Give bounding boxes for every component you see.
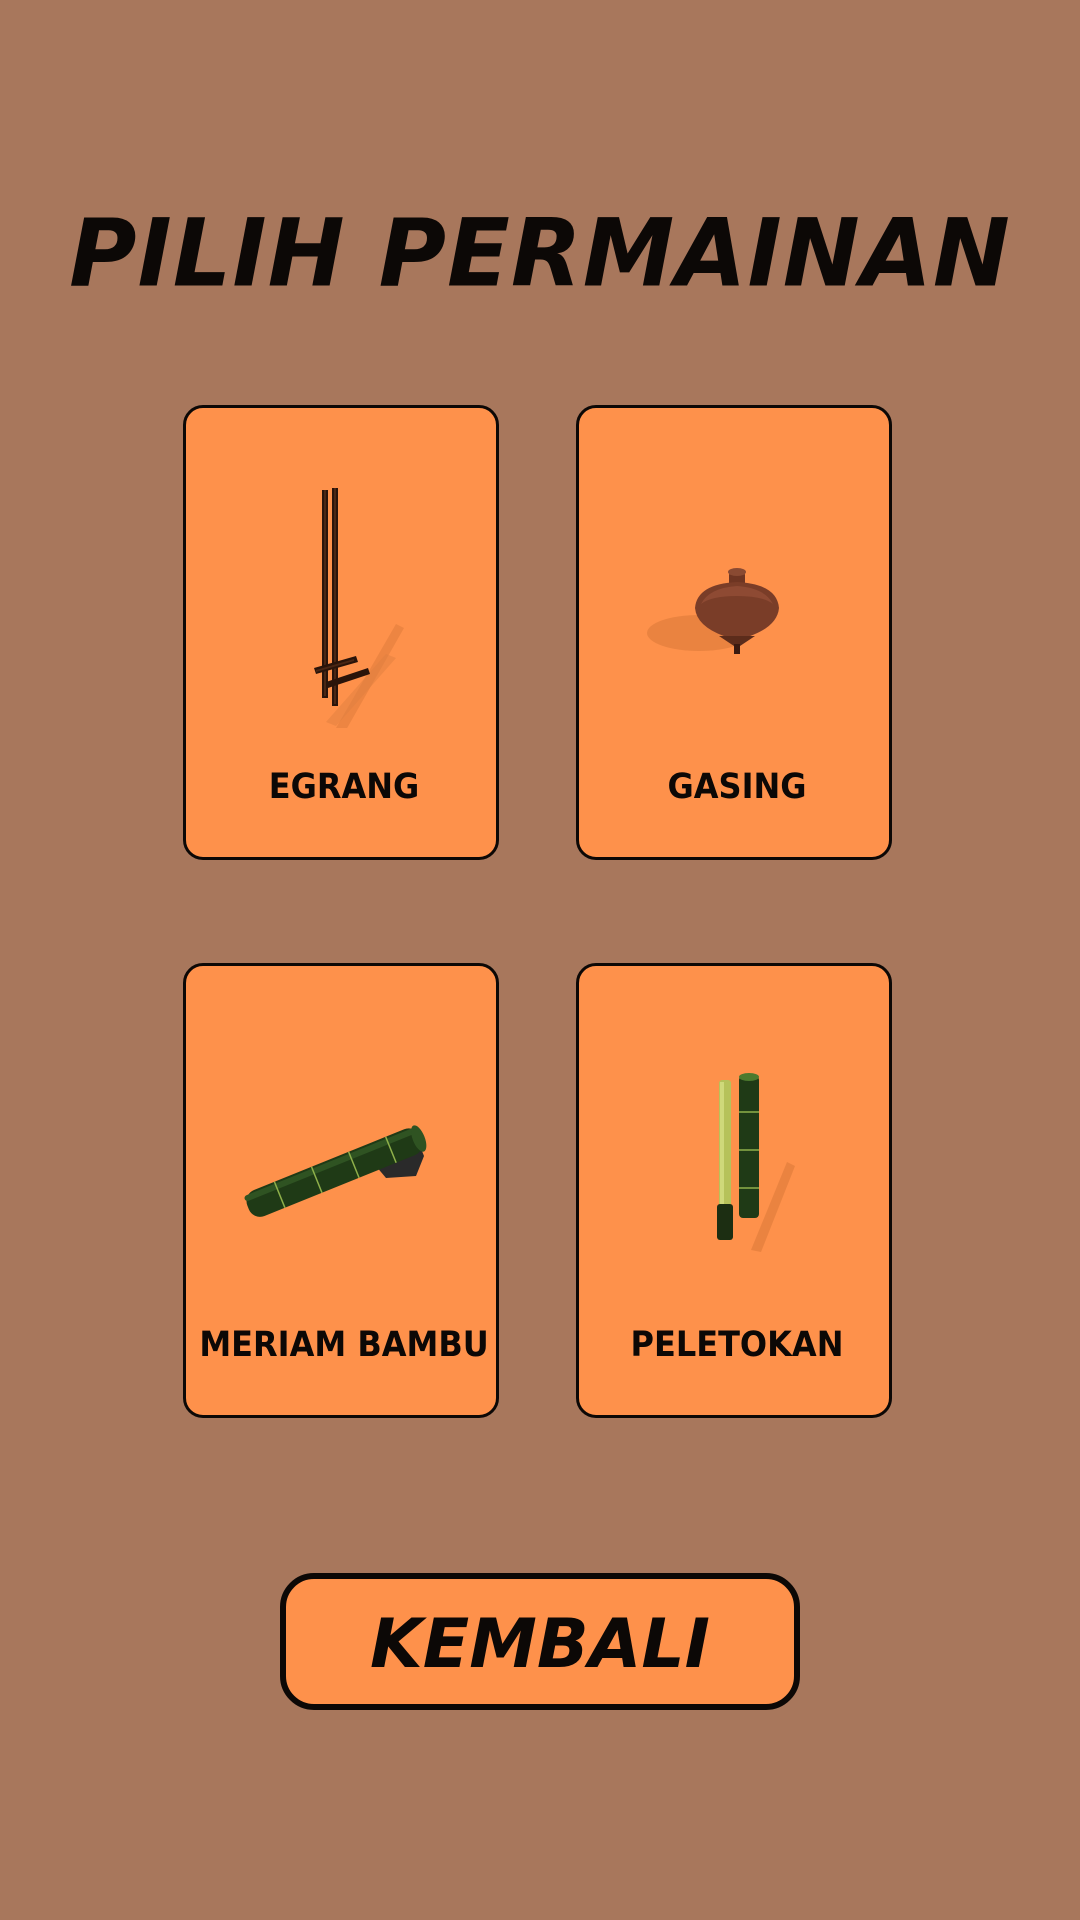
game-card-egrang[interactable]: EGRANG [183, 405, 499, 860]
bamboo-popgun-icon [717, 1073, 795, 1252]
stilts-icon [314, 488, 404, 728]
game-label-gasing: GASING [667, 765, 807, 807]
game-card-peletokan[interactable]: PELETOKAN [576, 963, 892, 1418]
back-button-label: KEMBALI [370, 1605, 710, 1684]
spinning-top-icon [647, 568, 779, 654]
game-label-peletokan: PELETOKAN [630, 1323, 844, 1365]
back-button[interactable]: KEMBALI [280, 1573, 800, 1710]
game-card-meriam-bambu[interactable]: MERIAM BAMBU [183, 963, 499, 1418]
game-card-gasing[interactable]: GASING [576, 405, 892, 860]
game-label-egrang: EGRANG [268, 765, 420, 807]
page-title: PILIH PERMAINAN [69, 198, 1011, 309]
bamboo-cannon-icon [244, 1125, 427, 1217]
game-label-meriam-bambu: MERIAM BAMBU [199, 1323, 489, 1365]
